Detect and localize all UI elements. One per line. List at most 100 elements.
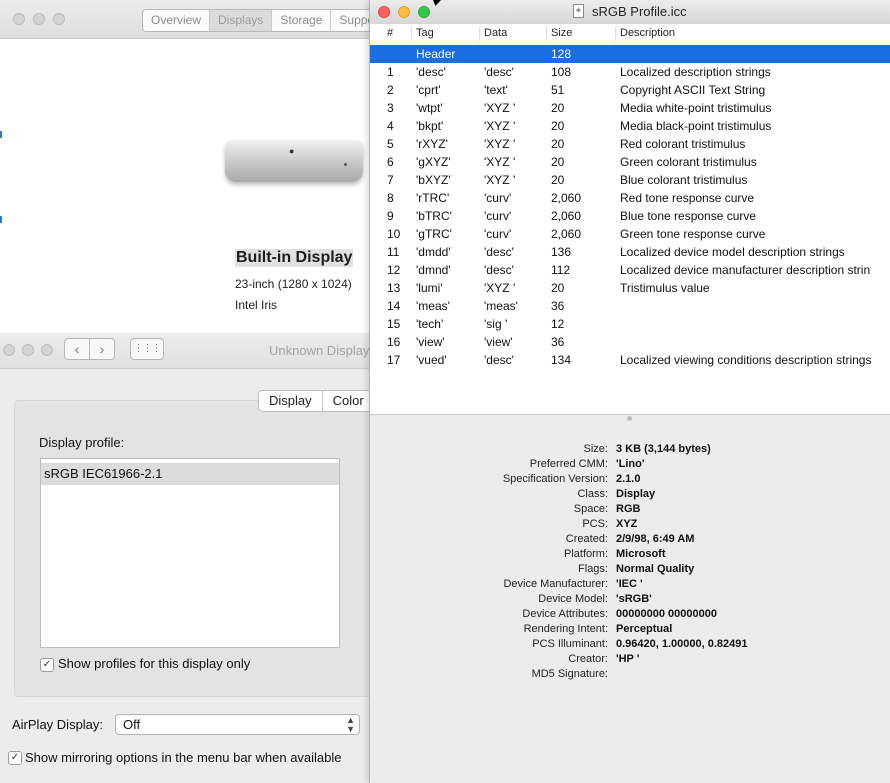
zoom-button[interactable] [53,13,65,25]
table-row[interactable]: 16 'view' 'view' 36 [370,333,890,351]
forward-button[interactable]: › [89,338,115,360]
info-value: Microsoft [616,548,666,560]
table-row[interactable]: 10 'gTRC' 'curv' 2,060 Green tone response c… [370,225,890,243]
tag-size: 20 [551,281,565,295]
table-row[interactable]: 3 'wtpt' 'XYZ ' 20 Media white-point tristim… [370,99,890,117]
tag-table[interactable]: # Tag Data Size Description Header 128 1'd… [370,24,890,415]
tag-number: 7 [387,173,394,187]
show-profiles-label[interactable]: Show profiles for this display only [58,656,250,671]
tag-number: 3 [387,101,394,115]
tag-name: 'lumi' [416,281,443,295]
tab-display[interactable]: Display [259,391,322,411]
column-header-number[interactable]: # [387,27,393,39]
tag-name: 'bkpt' [416,119,444,133]
tag-name: 'gTRC' [416,227,452,241]
split-view-handle[interactable] [627,416,632,421]
tab-support[interactable]: Suppo [331,10,371,31]
prefs-pane-tabs: Display Color [258,390,372,412]
column-header-tag[interactable]: Tag [416,27,434,39]
close-button[interactable] [3,344,15,356]
tag-description: Green colorant tristimulus [620,155,757,169]
table-row[interactable]: 7 'bXYZ' 'XYZ ' 20 Blue colorant tristimulus [370,171,890,189]
show-all-grid-icon[interactable]: ⋮⋮⋮ [130,338,164,360]
tag-size: 134 [551,353,572,367]
tag-number: 14 [387,299,401,313]
table-row[interactable]: 14 'meas' 'meas' 36 [370,297,890,315]
show-profiles-checkbox[interactable]: ✓ [40,658,54,672]
info-key: Device Manufacturer: [503,578,608,590]
table-row[interactable]: 13 'lumi' 'XYZ ' 20 Tristimulus value [370,279,890,297]
table-row[interactable]: 11 'dmdd' 'desc' 136 Localized device model … [370,243,890,261]
tag-data-type: 'text' [484,83,508,97]
display-profile-list[interactable]: sRGB IEC61966-2.1 [40,458,340,648]
info-key: Device Attributes: [522,608,608,620]
tag-data-type: 'desc' [484,353,514,367]
info-row: Platform: Microsoft [370,548,890,563]
airplay-display-label: AirPlay Display: [12,717,104,732]
tag-data-type: 'XYZ ' [484,173,516,187]
column-header-size[interactable]: Size [551,27,572,39]
close-button[interactable] [13,13,25,25]
tag-description: Copyright ASCII Text String [620,83,766,97]
table-row[interactable]: 17 'vued' 'desc' 134 Localized viewing condi… [370,351,890,369]
table-row[interactable]: 1 'desc' 'desc' 108 Localized description st… [370,63,890,81]
tag-name: 'dmnd' [416,263,451,277]
mirroring-checkbox[interactable]: ✓ [8,751,22,765]
back-button[interactable]: ‹ [64,338,90,360]
tag-number: 13 [387,281,401,295]
tab-overview[interactable]: Overview [143,10,211,31]
column-header-data[interactable]: Data [484,27,507,39]
mirroring-label[interactable]: Show mirroring options in the menu bar w… [25,750,342,765]
prefs-titlebar: ‹ › ⋮⋮⋮ Unknown Display [0,333,372,369]
airplay-display-select[interactable]: Off ▲ ▼ [115,714,360,735]
info-key: Class: [577,488,608,500]
minimize-button[interactable] [33,13,45,25]
mac-mini-image: ● [225,140,363,182]
tab-displays[interactable]: Displays [210,10,273,31]
tag-size: 2,060 [551,227,582,241]
table-row[interactable]: 12 'dmnd' 'desc' 112 Localized device manufa… [370,261,890,279]
list-item[interactable]: sRGB IEC61966-2.1 [41,463,339,485]
info-key: Size: [583,443,608,455]
table-row[interactable]: 15 'tech' 'sig ' 12 [370,315,890,333]
tag-number: 12 [387,263,401,277]
info-row: Class: Display [370,488,890,503]
tag-size: 2,060 [551,209,582,223]
edge-marker [0,131,2,138]
display-resolution: 23-inch (1280 x 1024) [235,277,352,291]
minimize-button[interactable] [22,344,34,356]
tab-storage[interactable]: Storage [272,10,332,31]
column-divider [479,27,480,41]
table-row[interactable]: 6 'gXYZ' 'XYZ ' 20 Green colorant tristimulu… [370,153,890,171]
table-row[interactable]: 4 'bkpt' 'XYZ ' 20 Media black-point tristim… [370,117,890,135]
tag-data-type: 'curv' [484,209,512,223]
table-row[interactable]: Header 128 [370,45,890,63]
zoom-button[interactable] [418,6,430,18]
tag-name: 'vued' [416,353,447,367]
close-button[interactable] [378,6,390,18]
table-row[interactable]: 2 'cprt' 'text' 51 Copyright ASCII Text Stri… [370,81,890,99]
column-header-description[interactable]: Description [620,27,675,39]
icc-window-title: sRGB Profile.icc [592,4,687,19]
tag-description: Blue tone response curve [620,209,757,223]
info-row: Size: 3 KB (3,144 bytes) [370,443,890,458]
tag-name: 'rTRC' [416,191,450,205]
tag-size: 12 [551,317,565,331]
info-value: 'sRGB' [616,593,652,605]
tag-name: 'meas' [416,299,450,313]
minimize-button[interactable] [398,6,410,18]
info-value: 3 KB (3,144 bytes) [616,443,711,455]
info-row: Device Model: 'sRGB' [370,593,890,608]
edge-marker [0,216,2,223]
tag-size: 108 [551,65,572,79]
zoom-button[interactable] [41,344,53,356]
tab-color[interactable]: Color [321,391,372,411]
table-row[interactable]: 8 'rTRC' 'curv' 2,060 Red tone response curv… [370,189,890,207]
table-row[interactable]: 5 'rXYZ' 'XYZ ' 20 Red colorant tristimulus [370,135,890,153]
info-value: 'HP ' [616,653,640,665]
info-value: 0.96420, 1.00000, 0.82491 [616,638,748,650]
tag-size: 112 [551,263,571,277]
table-row[interactable]: 9 'bTRC' 'curv' 2,060 Blue tone response cur… [370,207,890,225]
tag-data-type: 'desc' [484,263,514,277]
info-key: Created: [565,533,608,545]
